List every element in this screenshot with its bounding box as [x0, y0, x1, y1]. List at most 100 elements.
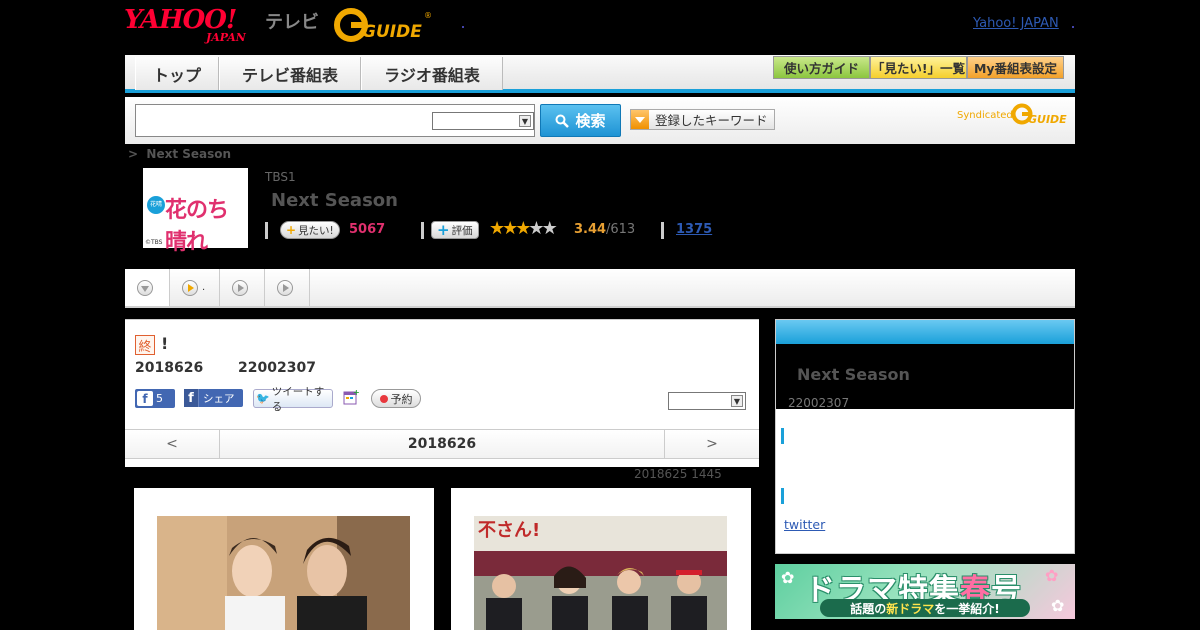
air-time: 22002307	[238, 360, 316, 376]
flower-icon: ✿	[1051, 596, 1065, 615]
section-marker	[781, 428, 784, 444]
facebook-share-label: シェア	[203, 392, 235, 405]
program-tabstrip: .	[125, 269, 1075, 308]
episode-photo	[157, 516, 410, 630]
updated-timestamp: 2018625 1445	[634, 467, 722, 481]
facebook-like-button[interactable]: f 5	[135, 389, 175, 408]
banner-subline: 話題の 新ドラマ を一挙紹介!	[820, 599, 1030, 617]
syndicated-label: Syndicated	[957, 110, 1013, 121]
photo-card[interactable]	[134, 488, 434, 630]
program-thumbnail[interactable]: 花晴 花のち晴れ ©TBS	[143, 168, 248, 255]
nav-tab-top[interactable]: トップ	[135, 57, 219, 90]
gguide-logo[interactable]: GUIDE ®	[334, 6, 434, 42]
yahoo-japan-logo[interactable]: YAHOO! JAPAN	[124, 5, 246, 44]
tweet-button[interactable]: 🐦 ツイートする	[253, 386, 333, 413]
episode-photo: 不さん!	[474, 516, 727, 630]
saved-keywords-label: 登録したキーワード	[655, 113, 768, 128]
side-program-title: Next Season	[797, 365, 910, 384]
channel-name: TBS1	[265, 170, 296, 184]
air-date: 2018626	[135, 360, 204, 376]
thumbnail-title: 花のち晴れ	[165, 198, 229, 255]
flower-icon: ✿	[781, 568, 795, 587]
photo-card[interactable]: 不さん!	[451, 488, 751, 630]
thumbnail-badge: 花晴	[147, 196, 165, 214]
breadcrumb: > Next Season	[128, 147, 231, 161]
svg-text:+: +	[353, 389, 359, 397]
record-dot-icon	[379, 394, 388, 403]
star-rating: ★★★★★	[489, 218, 558, 239]
yahoo-japan-link[interactable]: Yahoo! JAPAN	[973, 16, 1059, 31]
play-icon	[232, 279, 248, 296]
plus-icon: +	[437, 221, 450, 239]
side-panel-header	[776, 320, 1074, 344]
divider	[265, 222, 268, 239]
search-button-label: 検索	[575, 112, 606, 130]
tab-overview[interactable]	[125, 269, 170, 306]
program-title: Next Season	[271, 190, 398, 211]
gguide-small-logo: GUIDE	[1011, 103, 1067, 126]
final-episode-badge: 終	[135, 335, 155, 355]
divider-dot	[1072, 26, 1074, 28]
want-button[interactable]: + 見たい!	[280, 221, 340, 239]
side-air-time: 22002307	[788, 396, 850, 410]
episode-panel: 終 ! 2018626 22002307 f 5 f シェア 🐦 ツイートする …	[125, 319, 759, 467]
gguide-logo-text: GUIDE	[362, 22, 422, 42]
search-category-select[interactable]: ▼	[432, 112, 534, 130]
episode-title: !	[161, 334, 169, 353]
yahoo-logo-main: YAHOO!	[124, 5, 237, 35]
usage-guide-button[interactable]: 使い方ガイド	[773, 56, 870, 79]
play-icon	[277, 279, 293, 296]
star-empty-icon: ★	[528, 218, 544, 239]
previous-date-button[interactable]: <	[125, 430, 220, 458]
divider	[661, 222, 664, 239]
date-navigator: < 2018626 >	[125, 429, 759, 459]
chevron-down-icon: ▼	[731, 395, 743, 407]
star-icon: ★	[515, 218, 531, 239]
rate-button[interactable]: + 評価	[431, 221, 479, 239]
episode-select[interactable]: ▼	[668, 392, 746, 410]
divider	[421, 222, 424, 239]
chevron-down-icon: ▼	[519, 115, 531, 127]
side-panel: Next Season 22002307 twitter	[775, 319, 1075, 554]
search-button[interactable]: 検索	[540, 104, 621, 137]
rate-label: 評価	[451, 224, 473, 237]
star-icon: ★	[489, 218, 505, 239]
facebook-icon: f	[184, 389, 199, 407]
main-nav: トップ テレビ番組表 ラジオ番組表 使い方ガイド 「見たい!」一覧 My番組表設…	[125, 55, 1075, 93]
nav-tab-tv-guide[interactable]: テレビ番組表	[219, 57, 361, 90]
next-date-button[interactable]: >	[664, 430, 759, 458]
facebook-icon: f	[137, 391, 153, 406]
gguide-small-logo-text: GUIDE	[1028, 113, 1067, 126]
star-empty-icon: ★	[541, 218, 558, 239]
calendar-add-icon[interactable]: +	[343, 389, 359, 405]
twitter-bird-icon: 🐦	[256, 392, 270, 405]
drama-feature-banner[interactable]: ✿ ✿ ✿ ドラマ特集春号 話題の 新ドラマ を一挙紹介!	[775, 564, 1075, 619]
dropdown-arrow-icon	[631, 110, 649, 129]
facebook-share-button[interactable]: f シェア	[184, 389, 243, 407]
thumbnail-copyright: ©TBS	[145, 239, 163, 246]
divider-dot	[462, 26, 464, 28]
recording-reserve-button[interactable]: 予約	[371, 389, 421, 408]
my-guide-settings-button[interactable]: My番組表設定	[967, 56, 1064, 79]
breadcrumb-current: Next Season	[146, 147, 232, 161]
current-date: 2018626	[407, 436, 477, 452]
svg-text:®: ®	[424, 11, 432, 20]
want-count: 5067	[349, 222, 386, 237]
yahoo-logo-sub: JAPAN	[206, 31, 246, 44]
tab-reviews[interactable]	[265, 269, 310, 306]
play-icon	[182, 279, 198, 296]
flower-icon: ✿	[1045, 566, 1059, 585]
tab-cast[interactable]	[220, 269, 265, 306]
review-count-link[interactable]: 1375	[676, 222, 712, 237]
search-icon	[555, 114, 570, 128]
tab-episodes[interactable]: .	[170, 269, 220, 306]
twitter-link[interactable]: twitter	[784, 517, 825, 532]
nav-tab-radio-guide[interactable]: ラジオ番組表	[361, 57, 503, 90]
want-list-button[interactable]: 「見たい!」一覧	[870, 56, 967, 79]
chevron-down-icon	[137, 279, 153, 296]
facebook-like-count: 5	[156, 392, 163, 405]
section-marker	[781, 488, 784, 504]
tv-label: テレビ	[265, 12, 319, 33]
search-bar: ▼ 検索 登録したキーワード Syndicated GUIDE	[125, 97, 1075, 144]
saved-keywords-button[interactable]: 登録したキーワード	[630, 109, 775, 130]
